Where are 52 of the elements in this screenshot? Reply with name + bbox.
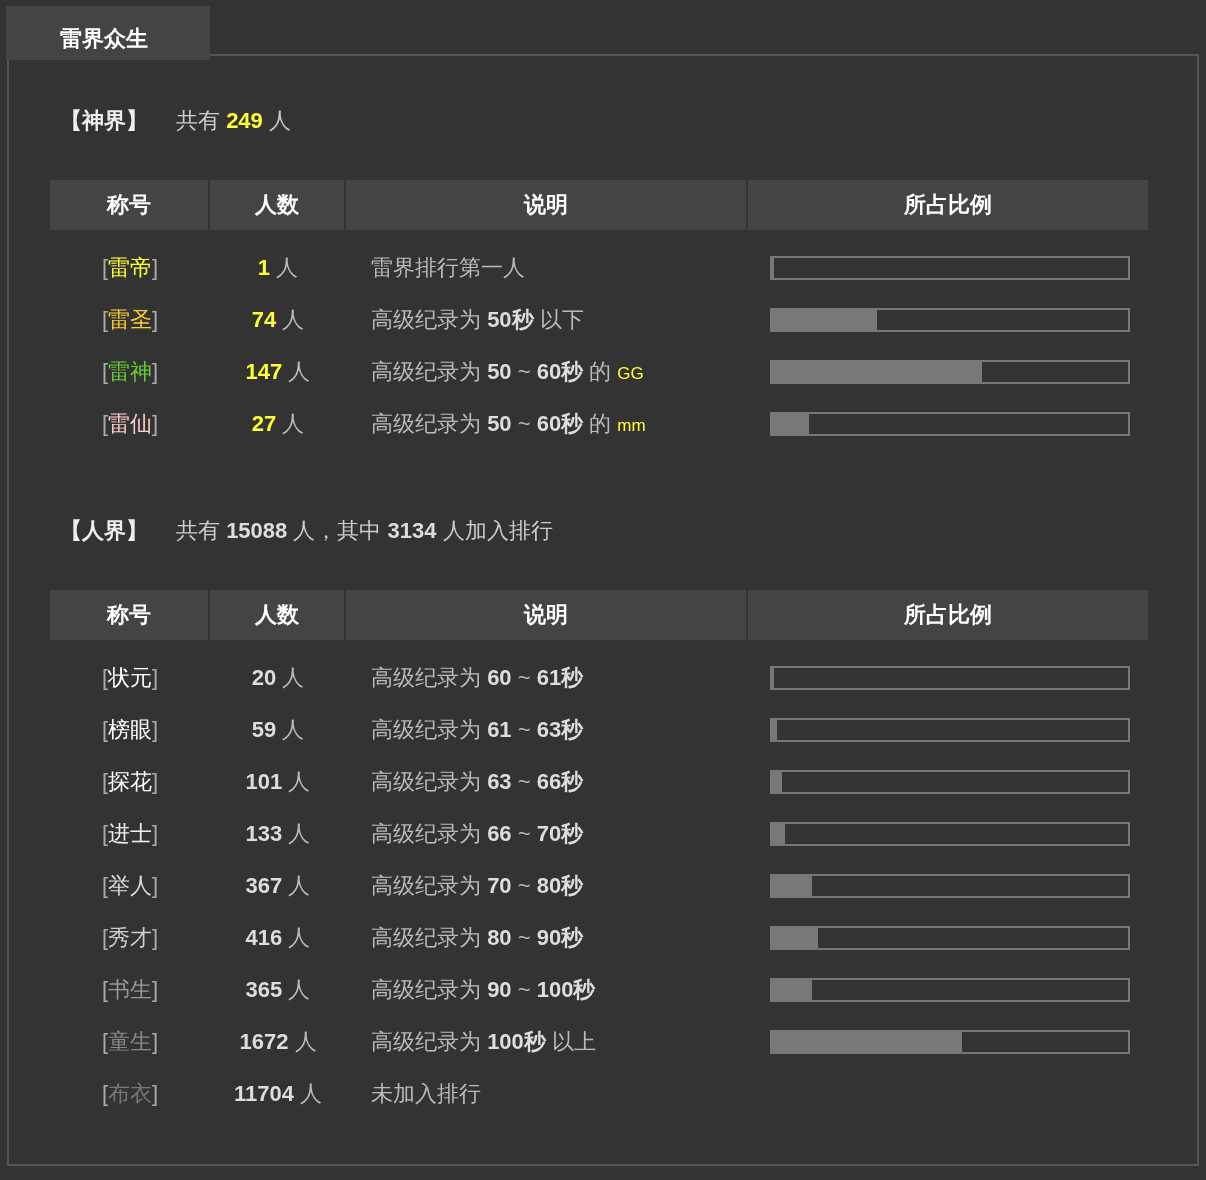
column-header: 说明 [346,180,746,230]
description-text: 高级纪录为 90 ~ 100秒 [370,976,597,1004]
rank-title: [进士] [100,820,160,848]
rank-title: [雷仙] [100,410,160,438]
description-text: 雷界排行第一人 [370,254,526,282]
count-text: 59 人 [250,716,306,744]
description-text: 未加入排行 [370,1080,482,1108]
rank-title: [雷帝] [100,254,160,282]
rank-title: [榜眼] [100,716,160,744]
description-text: 高级纪录为 50 ~ 60秒 的 mm [370,410,647,438]
rank-title: [雷圣] [100,306,160,334]
tab[interactable]: 雷界众生 [6,6,210,60]
column-header: 称号 [50,590,208,640]
count-text: 133 人 [244,820,312,848]
rank-title: [书生] [100,976,160,1004]
section-label: 【人界】 [60,517,148,545]
description-text: 高级纪录为 50 ~ 60秒 的 GG [370,358,645,386]
rank-title: [童生] [100,1028,160,1056]
count-text: 11704 人 [232,1080,324,1108]
rank-title: [状元] [100,664,160,692]
count-text: 74 人 [250,306,306,334]
count-text: 1672 人 [238,1028,318,1056]
column-header: 人数 [210,590,344,640]
count-text: 101 人 [244,768,312,796]
description-text: 高级纪录为 63 ~ 66秒 [370,768,585,796]
column-header: 人数 [210,180,344,230]
count-text: 1 人 [256,254,300,282]
section-summary: 共有 15088 人，其中 3134 人加入排行 [176,517,553,545]
column-header: 称号 [50,180,208,230]
description-text: 高级纪录为 100秒 以上 [370,1028,597,1056]
count-text: 365 人 [244,976,312,1004]
section-summary: 共有 249 人 [176,107,291,135]
rank-title: [探花] [100,768,160,796]
count-text: 27 人 [250,410,306,438]
description-text: 高级纪录为 61 ~ 63秒 [370,716,585,744]
description-text: 高级纪录为 66 ~ 70秒 [370,820,585,848]
count-text: 20 人 [250,664,306,692]
column-header: 所占比例 [748,180,1148,230]
description-text: 高级纪录为 80 ~ 90秒 [370,924,585,952]
count-text: 416 人 [244,924,312,952]
rank-title: [秀才] [100,924,160,952]
rank-title: [布衣] [100,1080,160,1108]
rank-title: [举人] [100,872,160,900]
column-header: 所占比例 [748,590,1148,640]
column-header: 说明 [346,590,746,640]
rank-title: [雷神] [100,358,160,386]
count-text: 367 人 [244,872,312,900]
description-text: 高级纪录为 70 ~ 80秒 [370,872,585,900]
section-label: 【神界】 [60,107,148,135]
count-text: 147 人 [244,358,312,386]
description-text: 高级纪录为 60 ~ 61秒 [370,664,585,692]
description-text: 高级纪录为 50秒 以下 [370,306,585,334]
